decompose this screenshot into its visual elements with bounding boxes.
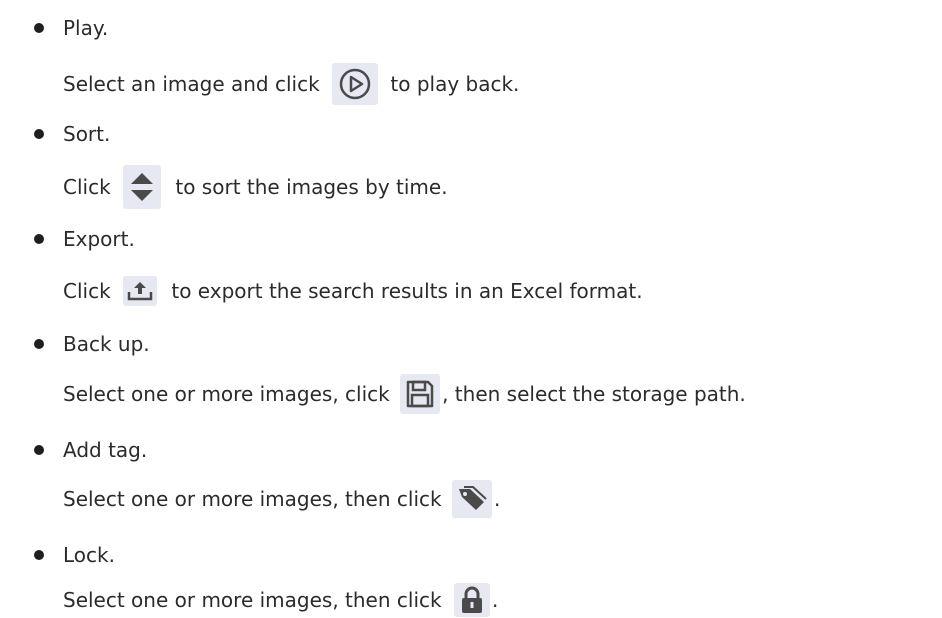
sort-icon — [123, 165, 162, 209]
export-icon — [123, 276, 158, 306]
item-description: Click to sort the images by time. — [63, 165, 448, 209]
bullet — [34, 234, 44, 244]
save-icon — [400, 374, 441, 414]
item-title: Back up. — [63, 332, 150, 356]
description-text-after: to export the search results in an Excel… — [165, 279, 643, 303]
item-title: Sort. — [63, 122, 111, 146]
bullet — [34, 23, 44, 33]
lock-icon — [453, 583, 490, 617]
tag-icon — [451, 480, 492, 518]
description-text-before: Select an image and click — [63, 72, 327, 96]
item-description: Click to export the search results in an… — [63, 269, 643, 313]
item-title: Add tag. — [63, 438, 148, 462]
item-description: Select one or more images, then click . — [63, 477, 500, 521]
play-circle-icon — [332, 63, 379, 105]
description-text-before: Click — [63, 279, 118, 303]
description-text-after: . — [493, 487, 501, 511]
item-description: Select an image and click to play back. — [63, 62, 519, 106]
description-text-after: to play back. — [384, 72, 520, 96]
description-text-before: Select one or more images, then click — [63, 487, 448, 511]
bullet — [34, 129, 44, 139]
bullet — [34, 339, 44, 349]
description-text-before: Select one or more images, click — [63, 382, 397, 406]
bullet — [34, 445, 44, 455]
bullet — [34, 550, 44, 560]
description-text-after: to sort the images by time. — [169, 175, 448, 199]
description-text-before: Select one or more images, then click — [63, 588, 448, 612]
item-title: Lock. — [63, 543, 115, 567]
item-title: Play. — [63, 16, 109, 40]
item-description: Select one or more images, then click . — [63, 582, 498, 618]
description-text-after: , then select the storage path. — [442, 382, 746, 406]
item-title: Export. — [63, 227, 135, 251]
description-text-after: . — [491, 588, 499, 612]
item-description: Select one or more images, click , then … — [63, 371, 746, 417]
description-text-before: Click — [63, 175, 118, 199]
